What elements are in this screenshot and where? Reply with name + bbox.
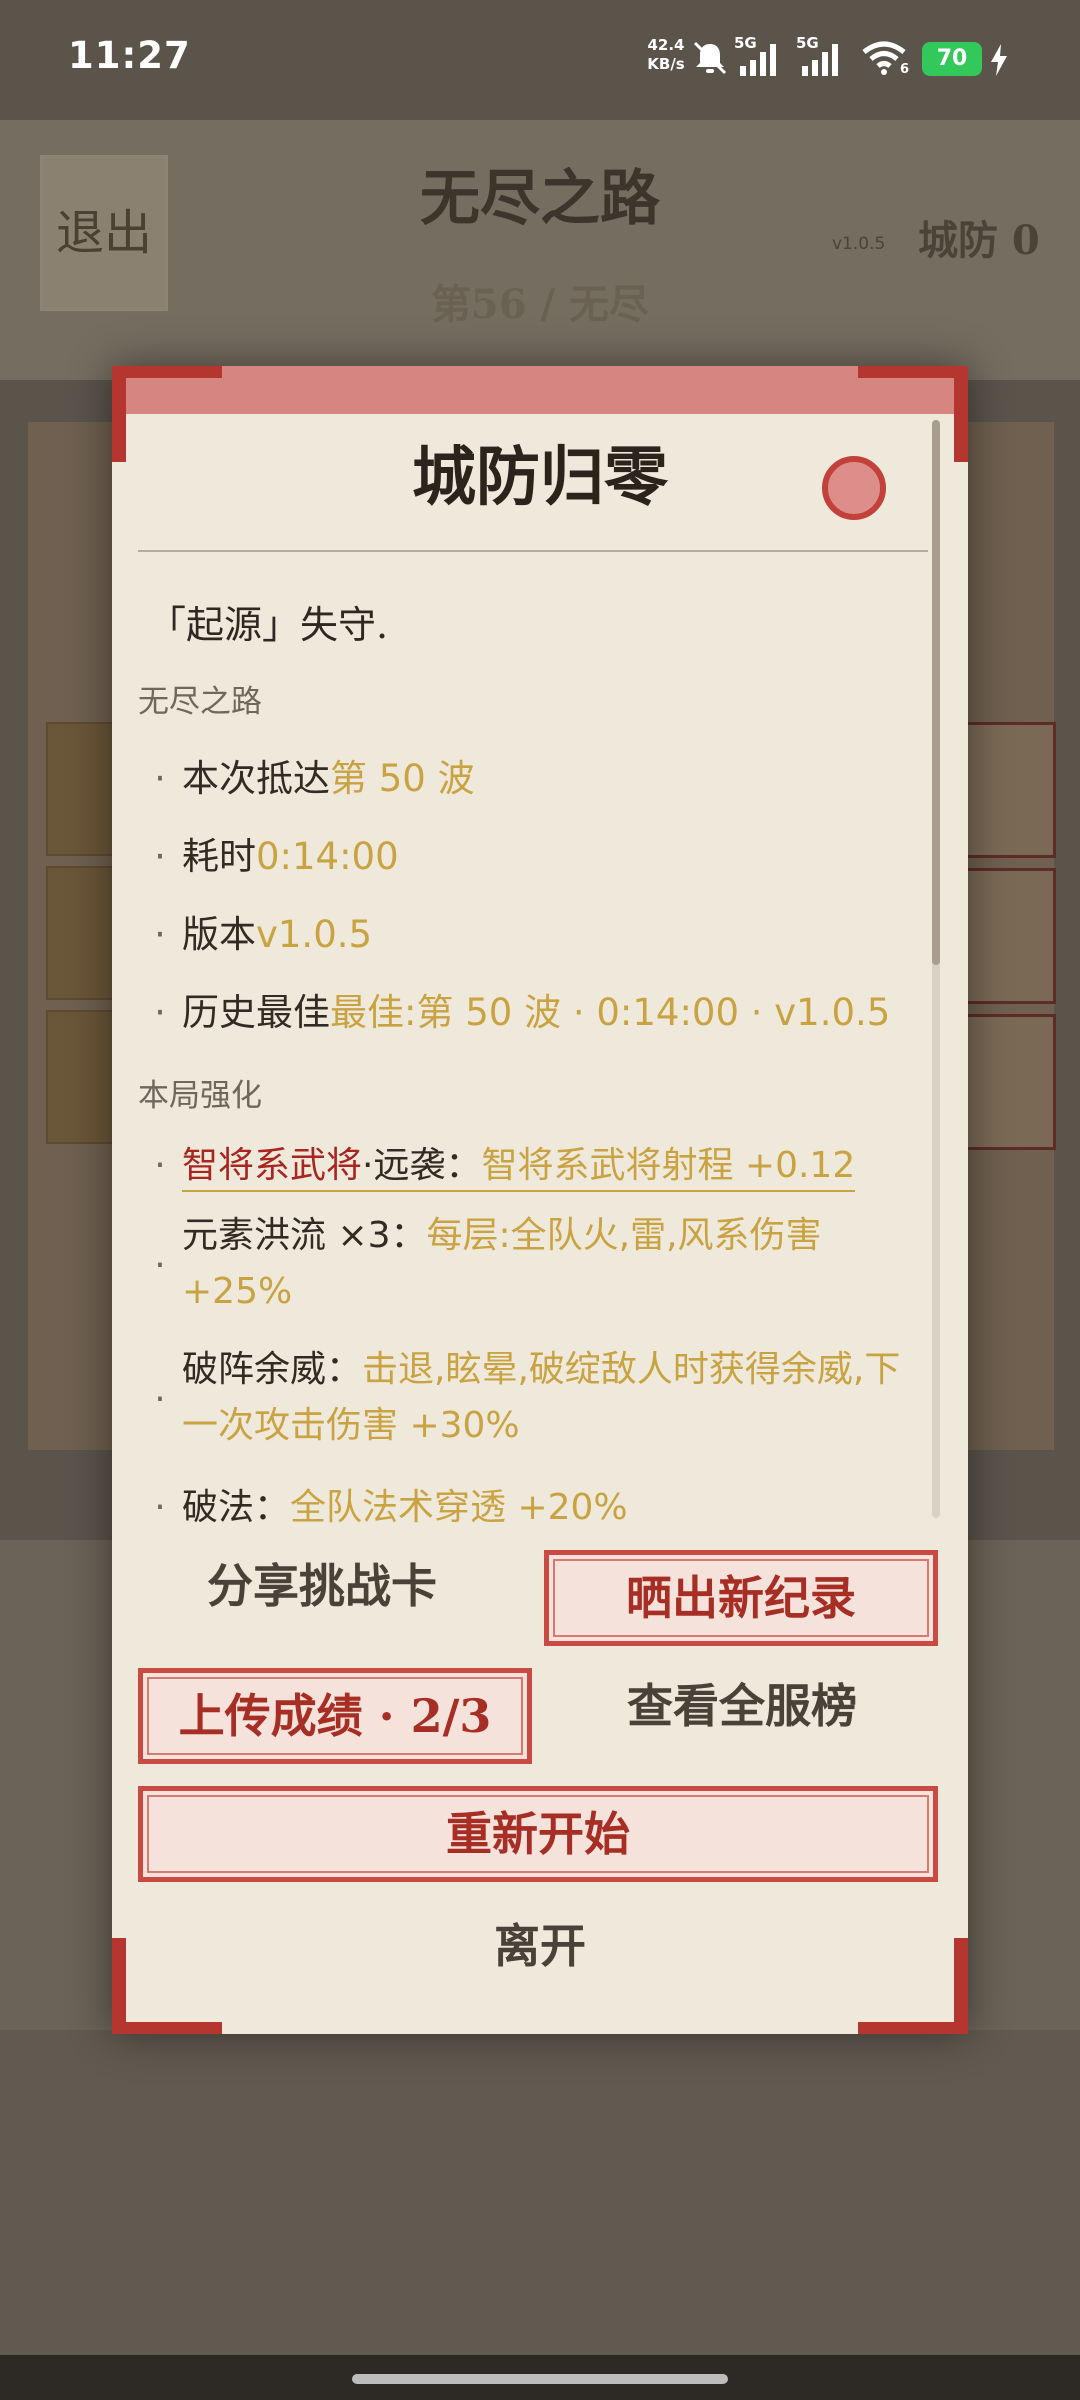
buff-name: 破法： <box>182 1487 291 1528</box>
background-defense: 城防 0 <box>918 217 1040 264</box>
scrollbar[interactable] <box>932 420 940 1518</box>
run-stat-row: · 耗时0:14:00 <box>138 826 928 880</box>
bullet: · <box>154 991 166 1034</box>
wifi-badge: 6 <box>900 62 910 77</box>
restart-button[interactable]: 重新开始 <box>138 1786 938 1882</box>
status-time: 11:27 <box>68 34 191 77</box>
stat-label: 版本 <box>182 913 256 956</box>
scrollbar-thumb[interactable] <box>932 420 940 965</box>
status-bar: 11:27 42.4 KB/s 5G 5G 6 70 <box>0 0 1080 120</box>
network-speed-value: 42.4 <box>647 36 685 54</box>
bullet: · <box>154 1145 166 1186</box>
corner-ornament <box>858 1938 968 2034</box>
mute-bell-icon <box>693 41 727 75</box>
buff-row: · 智将系武将·远袭：智将系武将射程 +0.12 <box>138 1136 928 1192</box>
buff-row: · 元素洪流 ×3：每层:全队火,雷,风系伤害 +25% <box>138 1208 928 1320</box>
buff-row: · 破阵余威：击退,眩晕,破绽敌人时获得余威,下一次攻击伤害 +30% <box>138 1342 928 1454</box>
close-icon[interactable] <box>822 456 886 520</box>
screen: 退出 无尽之路 v1.0.5 城防 0 第56 / 无尽 11:27 42.4 … <box>0 0 1080 2400</box>
bullet: · <box>154 1245 166 1286</box>
background-card <box>960 1014 1056 1150</box>
stat-value: 第 50 波 <box>330 757 475 800</box>
bullet: · <box>154 757 166 800</box>
battery-indicator: 70 <box>922 42 982 76</box>
stat-label: 历史最佳 <box>182 991 330 1034</box>
network-speed-unit: KB/s <box>647 55 685 73</box>
view-global-leaderboard-button[interactable]: 查看全服榜 <box>552 1666 932 1746</box>
stat-label: 耗时 <box>182 835 256 878</box>
dialog-top-bar <box>112 366 968 414</box>
background-card <box>960 868 1056 1004</box>
signal-icon <box>740 44 776 76</box>
share-challenge-card-button[interactable]: 分享挑战卡 <box>142 1546 502 1626</box>
home-gesture-bar[interactable] <box>352 2374 728 2384</box>
stat-value: 0:14:00 <box>256 835 399 878</box>
bullet: · <box>154 1487 166 1528</box>
stat-label: 本次抵达 <box>182 757 330 800</box>
buff-name-highlight: 智将系武将 <box>182 1145 363 1186</box>
buff-name: 元素洪流 ×3： <box>182 1215 427 1256</box>
bullet: · <box>154 1379 166 1420</box>
game-over-dialog: 城防归零 「起源」失守. 无尽之路 · 本次抵达第 50 波 · 耗时0:14:00… <box>112 366 968 2034</box>
buff-name: 破阵余威： <box>182 1349 363 1390</box>
upload-score-button[interactable]: 上传成绩 · 2/3 <box>138 1668 532 1764</box>
defeat-message: 「起源」失守. <box>148 603 389 647</box>
run-stat-row: · 历史最佳最佳:第 50 波 · 0:14:00 · v1.0.5 <box>138 982 928 1036</box>
section-buffs-label: 本局强化 <box>138 1078 262 1114</box>
stat-value: v1.0.5 <box>256 913 373 956</box>
buff-desc: 全队法术穿透 +20% <box>290 1487 628 1528</box>
show-new-record-button[interactable]: 晒出新纪录 <box>544 1550 938 1646</box>
bullet: · <box>154 913 166 956</box>
buff-name: ·远袭： <box>362 1145 482 1186</box>
background-card <box>960 722 1056 858</box>
buff-row: · 破法：全队法术穿透 +20% <box>138 1478 928 1530</box>
run-stat-row: · 本次抵达第 50 波 <box>138 748 928 802</box>
title-divider <box>138 550 928 552</box>
signal-icon-2 <box>802 44 838 76</box>
leave-button[interactable]: 离开 <box>340 1906 740 1986</box>
network-speed: 42.4 KB/s <box>644 36 688 74</box>
background-version: v1.0.5 <box>832 234 886 254</box>
background-mountains <box>0 2030 1080 2370</box>
charging-icon <box>991 44 1007 76</box>
stat-value: 最佳:第 50 波 · 0:14:00 · v1.0.5 <box>330 991 891 1034</box>
buff-desc: 智将系武将射程 +0.12 <box>481 1145 856 1186</box>
background-wave: 第56 / 无尽 <box>430 281 650 328</box>
bullet: · <box>154 835 166 878</box>
corner-ornament <box>112 1938 222 2034</box>
section-run-label: 无尽之路 <box>138 684 262 720</box>
run-stat-row: · 版本v1.0.5 <box>138 904 928 958</box>
